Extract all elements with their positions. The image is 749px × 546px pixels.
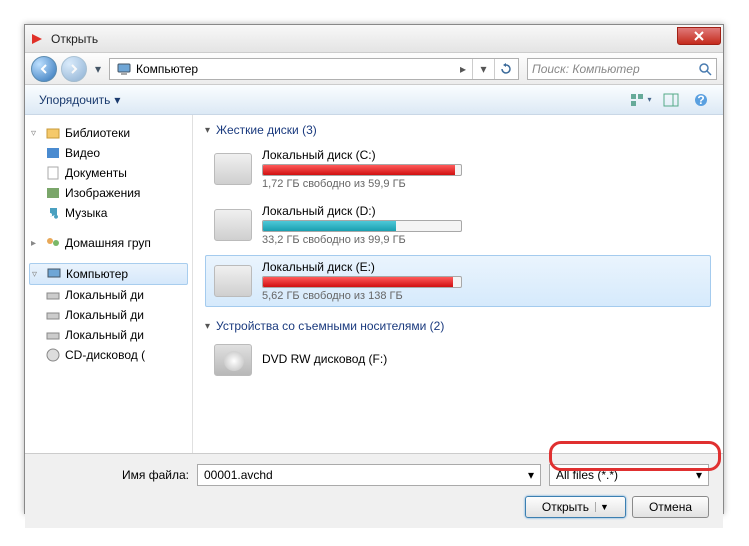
file-list: ▾ Жесткие диски (3) Локальный диск (C:)1… [193, 115, 723, 453]
hdd-icon [214, 153, 252, 185]
open-dropdown[interactable]: ▼ [595, 502, 609, 512]
cd-icon [45, 347, 61, 363]
collapse-icon: ▾ [205, 125, 210, 136]
filename-input[interactable]: 00001.avchd ▾ [197, 464, 541, 486]
hdd-section: ▾ Жесткие диски (3) Локальный диск (C:)1… [205, 123, 711, 307]
video-icon [45, 145, 61, 161]
address-dropdown[interactable]: ▾ [472, 59, 494, 79]
body-area: ▿ Библиотеки Видео Документы Изображения… [25, 115, 723, 453]
navigation-pane: ▿ Библиотеки Видео Документы Изображения… [25, 115, 193, 453]
usage-bar [262, 276, 462, 288]
breadcrumb-arrow[interactable]: ▸ [454, 62, 472, 76]
cancel-button[interactable]: Отмена [632, 496, 709, 518]
dialog-footer: Имя файла: 00001.avchd ▾ All files (*.*)… [25, 453, 723, 528]
chevron-down-icon: ▾ [647, 95, 651, 104]
sidebar-item-video[interactable]: Видео [29, 143, 188, 163]
sidebar-libraries[interactable]: ▿ Библиотеки [29, 123, 188, 143]
address-bar[interactable]: Компьютер ▸ ▾ [109, 58, 519, 80]
drive-icon [45, 287, 61, 303]
search-placeholder: Поиск: Компьютер [532, 62, 640, 76]
usage-bar [262, 220, 462, 232]
help-button[interactable]: ? [687, 89, 715, 111]
drive-icon [45, 327, 61, 343]
homegroup-icon [45, 235, 61, 251]
sidebar-item-documents[interactable]: Документы [29, 163, 188, 183]
sidebar-item-music[interactable]: Музыка [29, 203, 188, 223]
view-mode-button[interactable]: ▾ [627, 89, 655, 111]
toolbar: Упорядочить▾ ▾ ? [25, 85, 723, 115]
filetype-combo[interactable]: All files (*.*) ▾ [549, 464, 709, 486]
drive-item[interactable]: Локальный диск (D:)33,2 ГБ свободно из 9… [205, 199, 711, 251]
usage-bar [262, 164, 462, 176]
drive-icon [45, 307, 61, 323]
hdd-icon [214, 209, 252, 241]
sidebar-item-cd-drive[interactable]: CD-дисковод ( [29, 345, 188, 365]
expand-icon: ▸ [31, 238, 41, 249]
nav-bar: ▾ Компьютер ▸ ▾ Поиск: Компьютер [25, 53, 723, 85]
filename-label: Имя файла: [39, 468, 189, 482]
close-button[interactable] [677, 27, 721, 45]
dvd-drive-icon [214, 344, 252, 376]
sidebar-item-drive-e[interactable]: Локальный ди [29, 325, 188, 345]
search-icon [698, 62, 712, 76]
app-icon [29, 31, 45, 47]
open-button[interactable]: Открыть ▼ [525, 496, 626, 518]
nav-history-dropdown[interactable]: ▾ [91, 58, 105, 80]
sidebar-computer[interactable]: ▿ Компьютер [29, 263, 188, 285]
titlebar: Открыть [25, 25, 723, 53]
sidebar-item-drive-d[interactable]: Локальный ди [29, 305, 188, 325]
svg-text:?: ? [697, 93, 704, 107]
pictures-icon [45, 185, 61, 201]
drive-dvd[interactable]: DVD RW дисковод (F:) [205, 339, 711, 381]
hdd-section-header[interactable]: ▾ Жесткие диски (3) [205, 123, 711, 137]
documents-icon [45, 165, 61, 181]
expand-icon: ▿ [32, 269, 42, 280]
address-text: Компьютер [136, 62, 454, 76]
drive-item[interactable]: Локальный диск (C:)1,72 ГБ свободно из 5… [205, 143, 711, 195]
chevron-down-icon: ▾ [696, 468, 702, 482]
music-icon [45, 205, 61, 221]
chevron-down-icon[interactable]: ▾ [528, 468, 534, 482]
search-input[interactable]: Поиск: Компьютер [527, 58, 717, 80]
sidebar-homegroup[interactable]: ▸ Домашняя груп [29, 233, 188, 253]
hdd-icon [214, 265, 252, 297]
drive-item[interactable]: Локальный диск (E:)5,62 ГБ свободно из 1… [205, 255, 711, 307]
computer-icon [116, 61, 132, 77]
chevron-down-icon: ▾ [114, 93, 120, 107]
computer-icon [46, 266, 62, 282]
removable-section: ▾ Устройства со съемными носителями (2) … [205, 319, 711, 381]
window-title: Открыть [51, 32, 98, 46]
sidebar-item-pictures[interactable]: Изображения [29, 183, 188, 203]
organize-button[interactable]: Упорядочить▾ [33, 91, 126, 109]
back-button[interactable] [31, 56, 57, 82]
expand-icon: ▿ [31, 128, 41, 139]
sidebar-item-drive-c[interactable]: Локальный ди [29, 285, 188, 305]
removable-section-header[interactable]: ▾ Устройства со съемными носителями (2) [205, 319, 711, 333]
preview-pane-button[interactable] [657, 89, 685, 111]
refresh-button[interactable] [494, 59, 516, 79]
collapse-icon: ▾ [205, 321, 210, 332]
libraries-icon [45, 125, 61, 141]
forward-button[interactable] [61, 56, 87, 82]
open-file-dialog: Открыть ▾ Компьютер ▸ ▾ Поиск: Компьютер [24, 24, 724, 514]
